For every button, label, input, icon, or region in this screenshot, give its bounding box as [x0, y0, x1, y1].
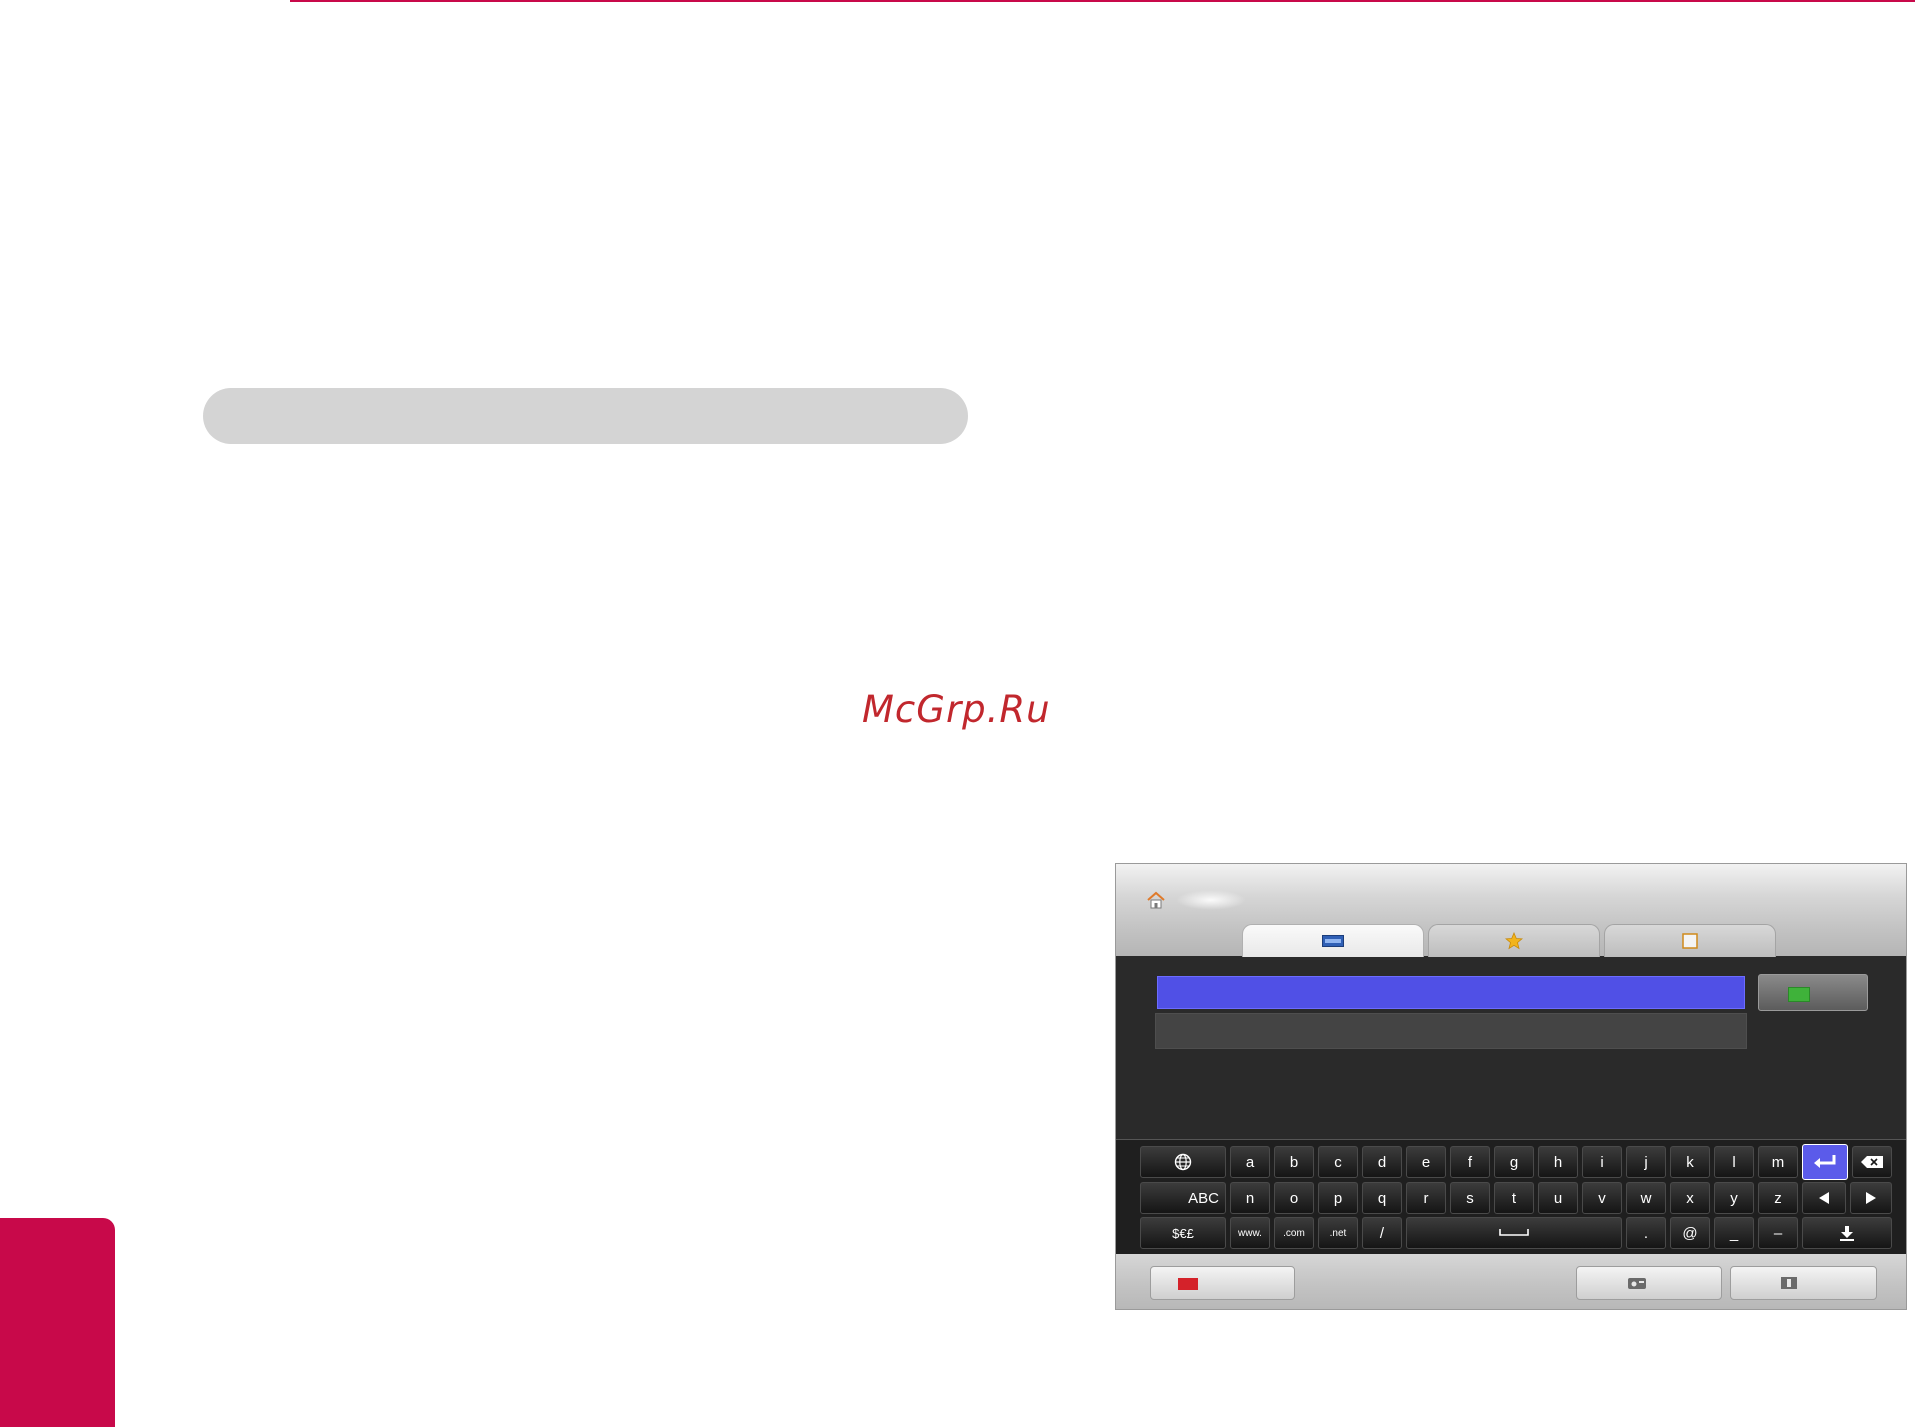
key-m[interactable]: m — [1758, 1146, 1798, 1178]
tv-browser-window: a b c d e f g h i j k l m ABC n o p q r … — [1116, 864, 1906, 1309]
language-key[interactable] — [1140, 1146, 1226, 1178]
browser-footer — [1116, 1254, 1906, 1309]
key-o[interactable]: o — [1274, 1182, 1314, 1214]
tab-history[interactable] — [1604, 924, 1776, 957]
net-key[interactable]: .net — [1318, 1217, 1358, 1249]
cursor-right-key[interactable] — [1850, 1182, 1892, 1214]
back-button[interactable] — [1730, 1266, 1877, 1300]
key-u[interactable]: u — [1538, 1182, 1578, 1214]
history-icon — [1682, 933, 1698, 949]
key-h[interactable]: h — [1538, 1146, 1578, 1178]
key-d[interactable]: d — [1362, 1146, 1402, 1178]
space-key[interactable] — [1406, 1217, 1622, 1249]
key-t[interactable]: t — [1494, 1182, 1534, 1214]
key-l[interactable]: l — [1714, 1146, 1754, 1178]
key-f[interactable]: f — [1450, 1146, 1490, 1178]
arrow-left-icon — [1819, 1192, 1829, 1204]
top-rule — [290, 0, 1915, 2]
key-c[interactable]: c — [1318, 1146, 1358, 1178]
tab-url[interactable] — [1242, 924, 1424, 957]
back-icon — [1781, 1277, 1797, 1289]
star-icon — [1505, 932, 1523, 950]
slash-key[interactable]: / — [1362, 1217, 1402, 1249]
url-input[interactable] — [1157, 976, 1745, 1009]
at-key[interactable]: @ — [1670, 1217, 1710, 1249]
key-r[interactable]: r — [1406, 1182, 1446, 1214]
key-b[interactable]: b — [1274, 1146, 1314, 1178]
key-y[interactable]: y — [1714, 1182, 1754, 1214]
remote-key-button[interactable] — [1576, 1266, 1722, 1300]
backspace-key[interactable] — [1852, 1146, 1892, 1178]
url-suggestion-row[interactable] — [1155, 1013, 1747, 1049]
key-k[interactable]: k — [1670, 1146, 1710, 1178]
watermark: McGrp.Ru — [862, 688, 1051, 731]
key-p[interactable]: p — [1318, 1182, 1358, 1214]
cursor-left-key[interactable] — [1802, 1182, 1846, 1214]
www-key[interactable]: www. — [1230, 1217, 1270, 1249]
key-x[interactable]: x — [1670, 1182, 1710, 1214]
globe-icon — [1174, 1153, 1192, 1171]
backspace-icon — [1861, 1156, 1883, 1168]
virtual-keyboard: a b c d e f g h i j k l m ABC n o p q r … — [1116, 1139, 1906, 1255]
symbols-key[interactable]: $€£ — [1140, 1217, 1226, 1249]
key-v[interactable]: v — [1582, 1182, 1622, 1214]
key-s[interactable]: s — [1450, 1182, 1490, 1214]
go-button[interactable] — [1758, 974, 1868, 1011]
abc-mode-key[interactable]: ABC — [1140, 1182, 1226, 1214]
download-icon — [1840, 1226, 1854, 1241]
arrow-right-icon — [1866, 1192, 1876, 1204]
tab-favorites[interactable] — [1428, 924, 1600, 957]
section-heading-bar — [203, 388, 968, 444]
header-title-glow — [1176, 890, 1246, 910]
remote-icon — [1628, 1278, 1646, 1289]
key-w[interactable]: w — [1626, 1182, 1666, 1214]
www-icon — [1322, 935, 1344, 947]
key-j[interactable]: j — [1626, 1146, 1666, 1178]
key-q[interactable]: q — [1362, 1182, 1402, 1214]
dot-key[interactable]: . — [1626, 1217, 1666, 1249]
enter-key[interactable] — [1802, 1144, 1848, 1180]
key-a[interactable]: a — [1230, 1146, 1270, 1178]
key-g[interactable]: g — [1494, 1146, 1534, 1178]
key-n[interactable]: n — [1230, 1182, 1270, 1214]
hide-keyboard-key[interactable] — [1802, 1217, 1892, 1249]
side-chapter-tab — [0, 1218, 115, 1427]
exit-button[interactable] — [1150, 1266, 1295, 1300]
home-icon[interactable] — [1146, 890, 1166, 910]
red-key-icon — [1178, 1278, 1198, 1290]
key-i[interactable]: i — [1582, 1146, 1622, 1178]
space-icon — [1499, 1229, 1529, 1236]
com-key[interactable]: .com — [1274, 1217, 1314, 1249]
key-e[interactable]: e — [1406, 1146, 1446, 1178]
dash-key[interactable]: – — [1758, 1217, 1798, 1249]
green-key-icon — [1788, 987, 1810, 1002]
browser-header — [1116, 864, 1906, 957]
enter-icon — [1814, 1155, 1836, 1168]
key-z[interactable]: z — [1758, 1182, 1798, 1214]
underscore-key[interactable]: _ — [1714, 1217, 1754, 1249]
